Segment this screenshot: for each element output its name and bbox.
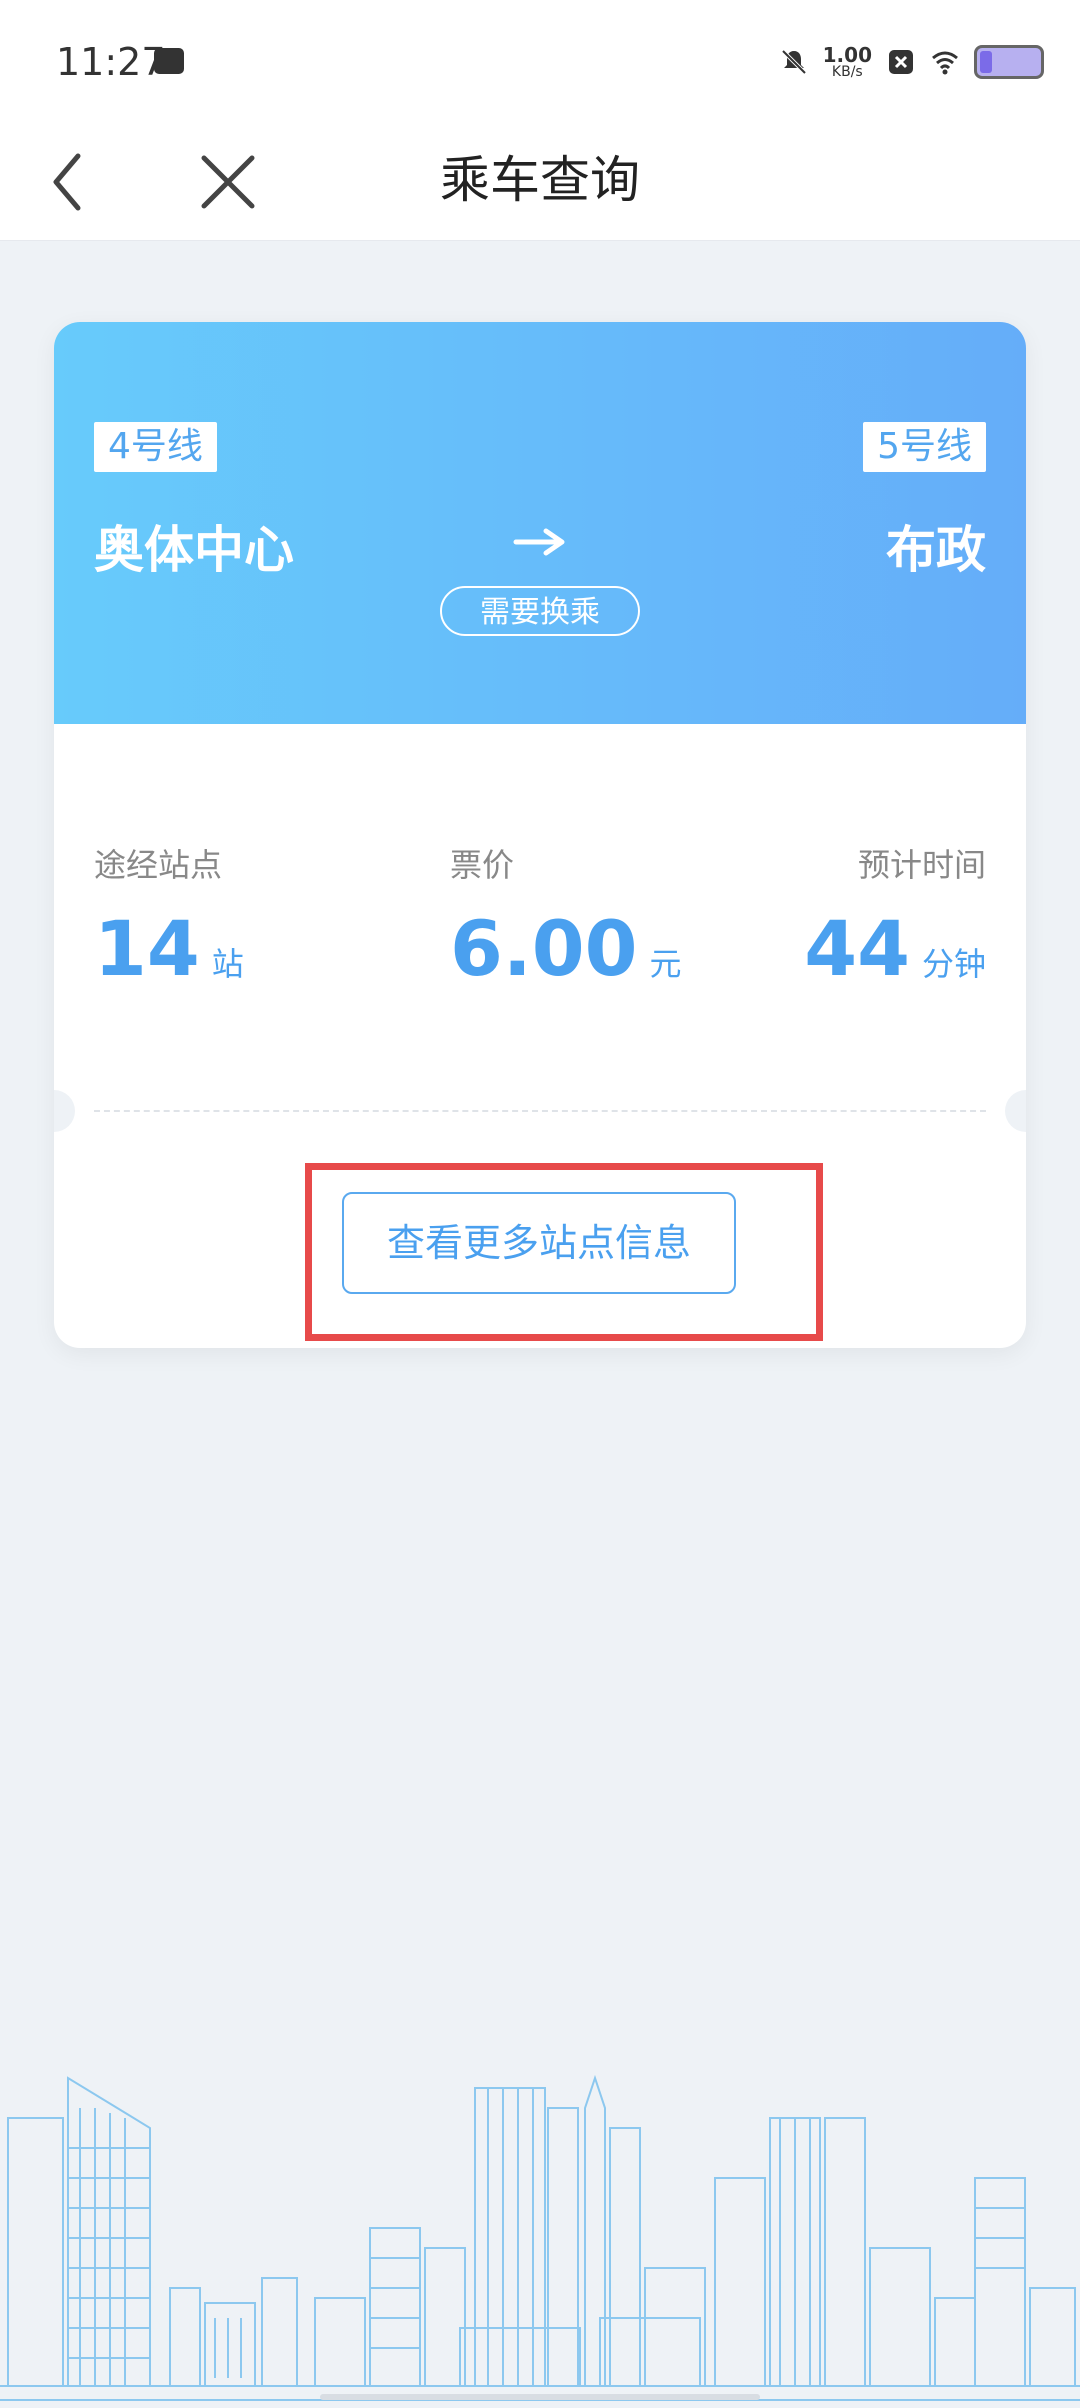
nav-bar: 乘车查询 bbox=[0, 120, 1080, 241]
close-box-icon bbox=[889, 50, 913, 74]
transfer-badge: 需要换乘 bbox=[440, 586, 640, 636]
mute-bell-icon bbox=[781, 49, 807, 75]
stat-time: 预计时间 44 分钟 bbox=[804, 846, 986, 993]
stat-fare: 票价 6.00 元 bbox=[450, 846, 682, 993]
stat-stations: 途经站点 14 站 bbox=[94, 846, 244, 993]
home-indicator bbox=[320, 2394, 760, 2400]
highlight-box bbox=[305, 1163, 823, 1341]
city-skyline-illustration bbox=[0, 2074, 1080, 2401]
notification-icon bbox=[154, 48, 184, 74]
route-header: 4号线 5号线 奥体中心 布政 需要换乘 bbox=[54, 322, 1026, 724]
status-bar: 11:27 1.00 KB/s bbox=[0, 0, 1080, 120]
ticket-divider bbox=[94, 1110, 986, 1112]
to-station: 布政 bbox=[886, 521, 986, 579]
wifi-icon bbox=[932, 51, 958, 75]
page-title: 乘车查询 bbox=[440, 151, 640, 209]
from-station: 奥体中心 bbox=[94, 521, 294, 579]
status-time: 11:27 bbox=[56, 40, 166, 84]
ticket-notch-left bbox=[54, 1090, 75, 1132]
status-icons: 1.00 KB/s bbox=[779, 42, 1044, 82]
arrow-right-icon bbox=[513, 528, 565, 556]
from-line-tag: 4号线 bbox=[94, 422, 217, 472]
to-line-tag: 5号线 bbox=[863, 422, 986, 472]
ticket-notch-right bbox=[1005, 1090, 1026, 1132]
network-speed: 1.00 KB/s bbox=[822, 43, 872, 80]
battery-icon bbox=[974, 45, 1044, 79]
